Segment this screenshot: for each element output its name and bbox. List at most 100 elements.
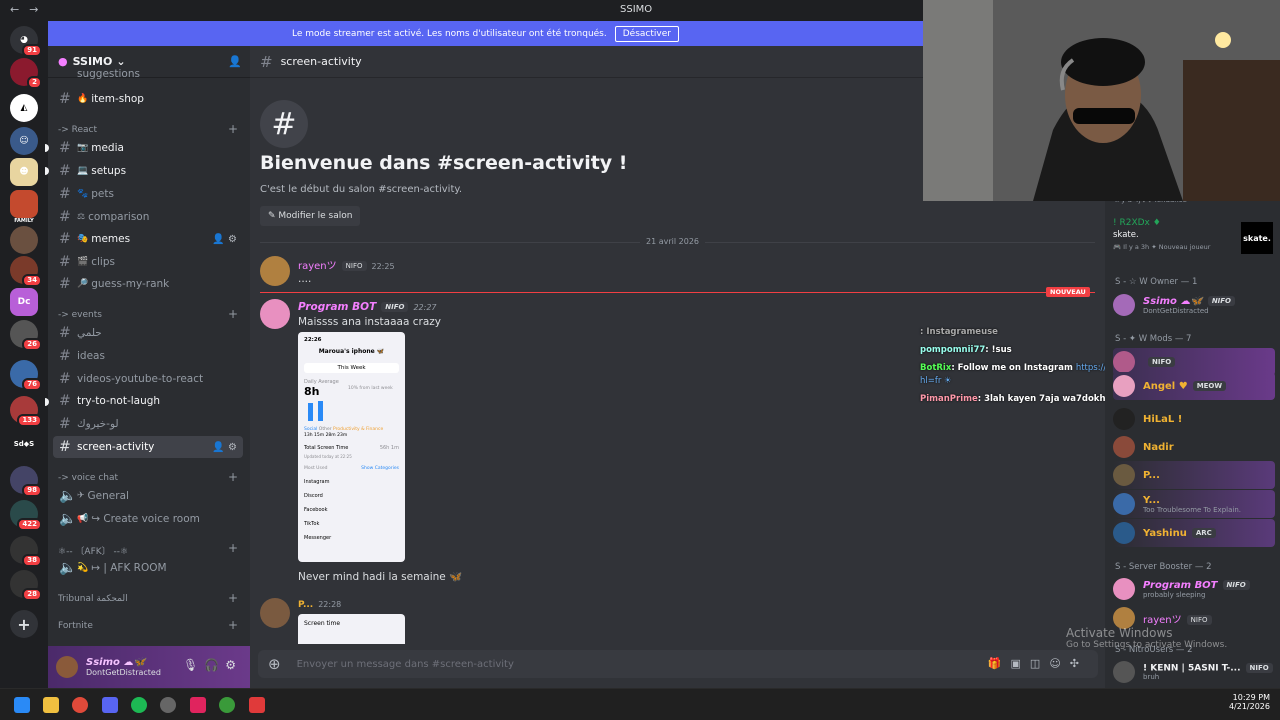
server-icon[interactable]: ☺ xyxy=(10,127,38,155)
server-icon[interactable]: ◭ xyxy=(10,94,38,122)
screenshot-attachment[interactable]: Screen time xyxy=(298,614,405,644)
apps-icon[interactable]: ✣ xyxy=(1070,657,1088,670)
add-channel-icon[interactable]: + xyxy=(228,470,238,484)
add-attachment-icon[interactable]: ⊕ xyxy=(268,655,281,673)
microphone-icon[interactable]: 🎙 xyxy=(183,658,204,672)
channel-item[interactable]: # حلمي xyxy=(53,322,243,344)
hash-icon: # xyxy=(59,393,71,409)
member-item[interactable]: ! KENN | 5ASNI T-... NIFO bruh xyxy=(1113,658,1275,686)
discord-icon[interactable] xyxy=(102,697,118,713)
forward-arrow-icon[interactable]: → xyxy=(29,3,38,16)
member-item[interactable]: Angel ♥ MEOW xyxy=(1113,372,1275,400)
server-icon[interactable]: FAMILY xyxy=(10,190,38,224)
app-icon[interactable] xyxy=(160,697,176,713)
server-icon[interactable]: Dc xyxy=(10,288,38,316)
channel-media[interactable]: # 📷 media xyxy=(53,137,243,159)
composer-icons[interactable]: 🎁▣◫☺✣ xyxy=(988,657,1088,670)
channel-settings-icon[interactable]: 👤 ⚙ xyxy=(212,234,237,245)
edit-channel-button[interactable]: ✎ Modifier le salon xyxy=(260,206,361,226)
channel-try-to-not-laugh[interactable]: # try-to-not-laugh xyxy=(53,390,243,412)
server-icon[interactable]: ☻ xyxy=(10,158,38,186)
server-icon[interactable]: 133 xyxy=(10,396,42,427)
chrome-icon[interactable] xyxy=(72,697,88,713)
add-channel-icon[interactable]: + xyxy=(228,122,238,136)
member-item[interactable]: HiLaL ! xyxy=(1113,405,1275,433)
server-icon[interactable]: 98 xyxy=(10,466,42,497)
spotify-icon[interactable] xyxy=(131,697,147,713)
category-events[interactable]: -> events + xyxy=(58,307,238,321)
server-icon[interactable]: Sd◆S xyxy=(10,430,38,458)
message-author[interactable]: Program BOT NIFO 22:27 xyxy=(298,301,437,313)
avatar[interactable] xyxy=(260,256,290,286)
server-icon[interactable] xyxy=(10,226,38,254)
category-react[interactable]: -> React + xyxy=(58,122,238,136)
add-channel-icon[interactable]: + xyxy=(228,618,238,632)
channel-pets[interactable]: # 🐾 pets xyxy=(53,183,243,205)
server-icon[interactable]: 34 xyxy=(10,256,42,287)
channel-ideas[interactable]: # ideas xyxy=(53,345,243,367)
app-icon[interactable] xyxy=(249,697,265,713)
server-icon[interactable]: 422 xyxy=(10,500,42,531)
file-explorer-icon[interactable] xyxy=(43,697,59,713)
add-channel-icon[interactable]: + xyxy=(228,541,238,555)
back-arrow-icon[interactable]: ← xyxy=(10,3,19,16)
member-item[interactable]: Program BOT NIFO probably sleeping xyxy=(1113,575,1275,603)
message-author[interactable]: rayenツ NIFO 22:25 xyxy=(298,257,395,272)
server-icon[interactable]: 26 xyxy=(10,320,42,351)
message-author[interactable]: P... 22:28 xyxy=(298,600,341,610)
avatar xyxy=(1113,351,1135,373)
headphones-icon[interactable]: 🎧 xyxy=(204,658,225,672)
screenshot-attachment[interactable]: 22:26 Maroua's iphone 🦋 This Week Daily … xyxy=(298,332,405,562)
start-icon[interactable] xyxy=(14,697,30,713)
disable-streamer-button[interactable]: Désactiver xyxy=(614,25,679,42)
add-server-icon[interactable]: + xyxy=(10,610,38,638)
member-item[interactable]: Ssimo ☁🦋 NIFO DontGetDistracted xyxy=(1113,291,1275,319)
message-composer[interactable]: ⊕ Envoyer un message dans #screen-activi… xyxy=(258,650,1098,678)
voice-channel-afk[interactable]: 🔈 💫 ↦ | AFK ROOM xyxy=(53,557,243,579)
member-activity-card[interactable]: ! R2XDx ♦ skate. 🎮 Il y a 3h ✦ Nouveau j… xyxy=(1113,218,1275,262)
channel-videos[interactable]: # videos-youtube-to-react xyxy=(53,368,243,390)
composer-placeholder: Envoyer un message dans #screen-activity xyxy=(296,658,514,670)
category-voice[interactable]: -> voice chat + xyxy=(58,470,238,484)
channel-item[interactable]: suggestions xyxy=(53,68,243,80)
member-item[interactable]: P... xyxy=(1113,461,1275,489)
direct-messages-icon[interactable]: ◕ 91 xyxy=(10,26,42,57)
add-channel-icon[interactable]: + xyxy=(228,591,238,605)
gif-icon[interactable]: ▣ xyxy=(1011,657,1030,670)
voice-channel-general[interactable]: 🔈 ✈ General xyxy=(53,485,243,507)
emoji-icon[interactable]: ☺ xyxy=(1049,657,1069,670)
channel-setups[interactable]: # 💻 setups xyxy=(53,160,243,182)
gear-icon[interactable]: ⚙ xyxy=(225,658,242,672)
server-icon[interactable]: 76 xyxy=(10,360,42,391)
sticker-icon[interactable]: ◫ xyxy=(1030,657,1049,670)
member-item[interactable]: Nadir xyxy=(1113,433,1275,461)
channel-memes[interactable]: # 🎭 memes 👤 ⚙ xyxy=(53,228,243,250)
app-icon[interactable] xyxy=(190,697,206,713)
category-fortnite[interactable]: Fortnite + xyxy=(58,618,238,632)
user-controls[interactable]: 🎙🎧⚙ xyxy=(183,658,242,672)
channel-guess-my-rank[interactable]: # 🔎 guess-my-rank xyxy=(53,273,243,295)
invite-user-icon[interactable]: 👤 xyxy=(228,55,242,68)
channel-screen-activity[interactable]: # screen-activity 👤 ⚙ xyxy=(53,436,243,458)
category-afk[interactable]: ⚛-- 〔AFK〕 --⚛ + xyxy=(58,541,238,557)
voice-channel-create[interactable]: 🔈 📢 ↪ Create voice room xyxy=(53,508,243,530)
channel-clips[interactable]: # 🎬 clips xyxy=(53,251,243,273)
server-icon[interactable]: 38 xyxy=(10,536,42,567)
member-item[interactable]: Y... Too Troublesome To Explain. xyxy=(1113,490,1275,518)
avatar[interactable] xyxy=(56,656,78,678)
gift-icon[interactable]: 🎁 xyxy=(988,657,1011,670)
add-channel-icon[interactable]: + xyxy=(228,307,238,321)
server-icon[interactable]: 2 xyxy=(10,58,42,89)
channel-comparison[interactable]: # ⚖ comparison xyxy=(53,206,243,228)
avatar[interactable] xyxy=(260,299,290,329)
avatar[interactable] xyxy=(260,598,290,628)
app-icon[interactable] xyxy=(219,697,235,713)
system-tray[interactable]: 10:29 PM 4/21/2026 xyxy=(1229,693,1270,711)
channel-item-shop[interactable]: # 🔥 item-shop xyxy=(53,88,243,110)
channel-settings-icon[interactable]: 👤 ⚙ xyxy=(212,442,237,453)
channel-item[interactable]: # لو-خيروك xyxy=(53,413,243,435)
category-tribunal[interactable]: Tribunal المحكمة + xyxy=(58,591,238,605)
server-icon[interactable]: 28 xyxy=(10,570,42,601)
member-item[interactable]: Yashinu ARC xyxy=(1113,519,1275,547)
hash-icon: # xyxy=(59,276,71,292)
